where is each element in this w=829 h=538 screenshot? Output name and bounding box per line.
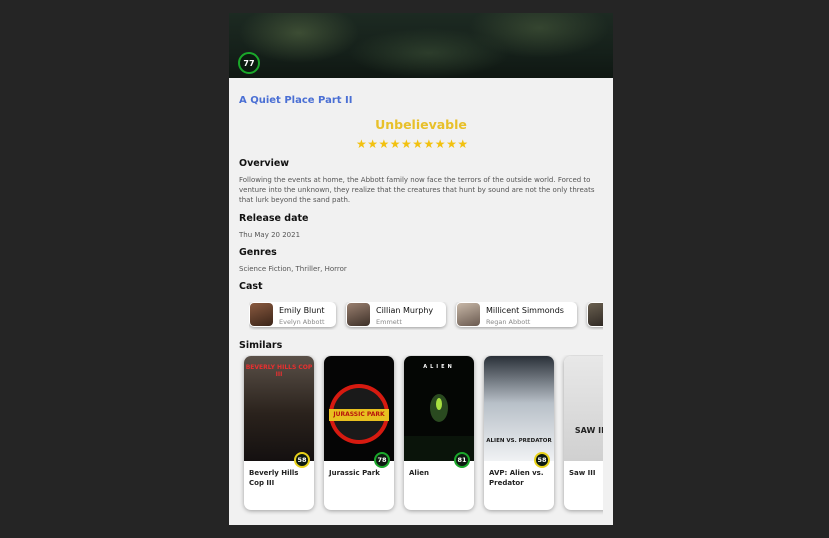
poster-image: ALIEN: [404, 356, 474, 461]
score-ring: 81: [454, 452, 470, 468]
overview-heading: Overview: [239, 158, 290, 169]
genres-value: Science Fiction, Thriller, Horror: [239, 265, 347, 273]
avatar: [588, 303, 603, 326]
score-ring: 58: [534, 452, 550, 468]
avatar: [347, 303, 370, 326]
similar-movie-card[interactable]: BEVERLY HILLS COP III 58 Beverly Hills C…: [244, 356, 314, 510]
poster-title: ALIEN VS. PREDATOR: [486, 438, 552, 444]
cast-name: Millicent Simmonds: [486, 306, 564, 315]
cast-heading: Cast: [239, 281, 263, 292]
similar-movie-title: Jurassic Park: [329, 469, 380, 477]
poster-image: ALIEN VS. PREDATOR: [484, 356, 554, 461]
similars-list[interactable]: BEVERLY HILLS COP III 58 Beverly Hills C…: [239, 355, 603, 515]
cast-item[interactable]: [587, 302, 603, 327]
cast-list[interactable]: Emily Blunt Evelyn Abbott Cillian Murphy…: [249, 302, 603, 330]
tagline: Unbelievable: [375, 117, 467, 132]
overview-text: Following the events at home, the Abbott…: [239, 176, 595, 204]
cast-name: Emily Blunt: [279, 306, 325, 315]
similar-movie-title: Saw III: [569, 469, 596, 477]
alien-egg-icon: [404, 394, 474, 461]
star-rating-icon: ★★★★★★★★★★: [356, 137, 469, 151]
similars-heading: Similars: [239, 340, 283, 351]
similar-movie-title: Beverly Hills Cop III: [249, 469, 299, 487]
avatar: [457, 303, 480, 326]
poster-title: ALIEN: [423, 364, 455, 370]
similar-movie-title: Alien: [409, 469, 429, 477]
avatar: [250, 303, 273, 326]
genres-heading: Genres: [239, 247, 277, 258]
cast-item[interactable]: Cillian Murphy Emmett: [346, 302, 446, 327]
cast-role: Evelyn Abbott: [279, 318, 325, 326]
score-ring: 77: [238, 52, 260, 74]
cast-role: Emmett: [376, 318, 402, 326]
cast-role: Regan Abbott: [486, 318, 531, 326]
score-ring: 58: [294, 452, 310, 468]
poster-title: SAW III: [574, 426, 603, 435]
similar-movie-card[interactable]: SAW III Saw III: [564, 356, 603, 510]
poster-image: JURASSIC PARK: [324, 356, 394, 461]
poster-title: BEVERLY HILLS COP III: [245, 364, 313, 378]
cast-name: Cillian Murphy: [376, 306, 434, 315]
poster-title: JURASSIC PARK: [333, 411, 385, 418]
cast-item[interactable]: Emily Blunt Evelyn Abbott: [249, 302, 336, 327]
backdrop-image: 77: [229, 13, 613, 78]
release-date-heading: Release date: [239, 213, 309, 224]
poster-image: SAW III: [564, 356, 603, 461]
similar-movie-card[interactable]: ALIEN 81 Alien: [404, 356, 474, 510]
movie-title[interactable]: A Quiet Place Part II: [239, 95, 352, 106]
similar-movie-title: AVP: Alien vs. Predator: [489, 469, 544, 487]
score-ring: 78: [374, 452, 390, 468]
jurassic-park-logo-icon: [329, 384, 389, 444]
similar-movie-card[interactable]: ALIEN VS. PREDATOR 58 AVP: Alien vs. Pre…: [484, 356, 554, 510]
cast-item[interactable]: Millicent Simmonds Regan Abbott: [456, 302, 577, 327]
similar-movie-card[interactable]: JURASSIC PARK 78 Jurassic Park: [324, 356, 394, 510]
poster-image: BEVERLY HILLS COP III: [244, 356, 314, 461]
release-date-value: Thu May 20 2021: [239, 231, 301, 239]
movie-detail-card: 77 A Quiet Place Part II Unbelievable ★★…: [229, 13, 613, 525]
